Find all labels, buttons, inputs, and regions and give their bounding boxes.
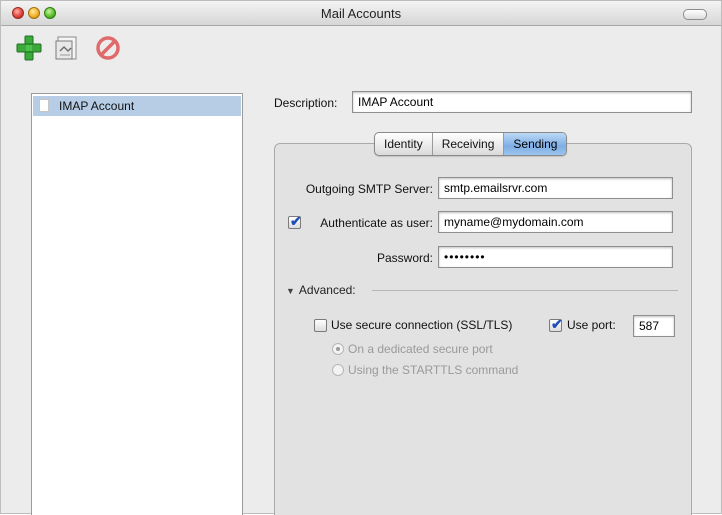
radio-dot — [336, 347, 340, 351]
advanced-disclosure[interactable]: ▼ Advanced: — [286, 283, 356, 297]
description-label: Description: — [274, 96, 338, 110]
account-list-item-label: IMAP Account — [59, 99, 135, 113]
starttls-radio[interactable] — [332, 364, 344, 376]
account-list-item[interactable]: IMAP Account — [33, 96, 241, 116]
dedicated-port-radio[interactable] — [332, 343, 344, 355]
starttls-label: Using the STARTTLS command — [348, 363, 519, 377]
no-entry-icon — [96, 36, 120, 60]
checkmark-icon: ✔ — [551, 316, 563, 332]
tab-sending[interactable]: Sending — [504, 133, 567, 155]
checkmark-icon: ✔ — [290, 213, 302, 229]
toolbar-toggle-button[interactable] — [683, 9, 707, 20]
window-title: Mail Accounts — [320, 6, 402, 21]
mail-accounts-window: Mail Accounts IMAP Account Description: … — [0, 0, 722, 515]
account-list[interactable]: IMAP Account — [31, 93, 243, 515]
toolbar — [1, 26, 721, 70]
remove-account-button[interactable] — [94, 34, 122, 62]
use-port-label: Use port: — [567, 318, 616, 332]
description-input[interactable] — [352, 91, 692, 113]
authenticate-label: Authenticate as user: — [320, 216, 433, 230]
smtp-server-label: Outgoing SMTP Server: — [305, 182, 433, 196]
edit-account-button[interactable] — [53, 34, 81, 62]
tab-receiving[interactable]: Receiving — [433, 133, 505, 155]
ssl-label: Use secure connection (SSL/TLS) — [331, 318, 513, 332]
document-edit-icon — [55, 36, 77, 60]
authenticate-checkbox[interactable]: ✔ — [288, 213, 302, 229]
advanced-label: Advanced: — [298, 283, 356, 297]
dedicated-port-label: On a dedicated secure port — [348, 342, 493, 356]
plus-icon — [16, 35, 42, 61]
username-input[interactable] — [438, 211, 673, 233]
password-label: Password: — [376, 251, 433, 265]
port-input[interactable] — [633, 315, 675, 337]
advanced-separator — [372, 290, 678, 291]
add-account-button[interactable] — [15, 34, 43, 62]
disclosure-triangle-icon: ▼ — [286, 286, 295, 296]
account-tabs: Identity Receiving Sending — [374, 132, 568, 156]
tab-identity[interactable]: Identity — [375, 133, 433, 155]
smtp-server-input[interactable] — [438, 177, 673, 199]
password-input[interactable] — [438, 246, 673, 268]
ssl-checkbox[interactable] — [314, 319, 327, 332]
use-port-checkbox[interactable]: ✔ — [549, 316, 563, 332]
document-icon — [39, 99, 49, 112]
title-bar[interactable]: Mail Accounts — [1, 1, 721, 26]
